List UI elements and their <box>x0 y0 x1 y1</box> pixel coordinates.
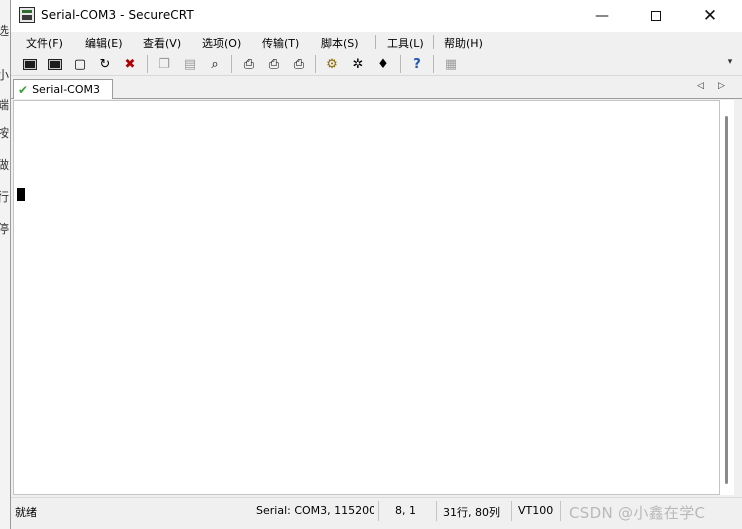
background-text: 选 <box>0 24 10 38</box>
global-options-icon[interactable]: ✲ <box>349 55 367 73</box>
status-separator <box>511 501 512 521</box>
background-text: 小 <box>0 68 10 82</box>
paste-icon[interactable]: ▤ <box>181 55 199 73</box>
status-separator <box>378 501 379 521</box>
reconnect-icon[interactable]: ↻ <box>96 55 114 73</box>
scrollbar-thumb[interactable] <box>725 116 728 484</box>
background-text: 按 <box>0 126 10 140</box>
menu-script[interactable]: 脚本(S) <box>318 34 362 52</box>
tab-scroll-left-icon[interactable]: ◁ <box>697 81 704 91</box>
toolbar-separator <box>400 55 401 73</box>
terminal-output[interactable] <box>13 100 720 495</box>
connected-check-icon: ✔ <box>18 82 29 97</box>
window-title: Serial-COM3 - SecureCRT <box>41 8 194 22</box>
about-icon[interactable]: ▦ <box>442 55 460 73</box>
csdn-watermark: CSDN @小鑫在学C <box>569 504 706 522</box>
quick-connect-icon[interactable] <box>46 55 64 73</box>
print-icon[interactable]: ⎙ <box>240 55 258 73</box>
status-dimensions: 31行, 80列 <box>443 506 500 519</box>
status-separator <box>560 501 561 521</box>
connect-in-tab-icon[interactable]: ▢ <box>71 55 89 73</box>
background-text: 端 <box>0 98 10 112</box>
menu-help[interactable]: 帮助(H) <box>441 34 486 52</box>
status-connection: Serial: COM3, 115200 <box>256 504 374 517</box>
status-cursor-position: 8, 1 <box>395 504 416 517</box>
menu-edit[interactable]: 编辑(E) <box>82 34 126 52</box>
toolbar-separator <box>231 55 232 73</box>
menu-tools[interactable]: 工具(L) <box>384 34 427 52</box>
toolbar-separator <box>315 55 316 73</box>
print-selection-icon[interactable]: ⎙ <box>265 55 283 73</box>
menu-transfer[interactable]: 传输(T) <box>259 34 302 52</box>
securecrt-app-icon[interactable] <box>19 7 35 23</box>
connect-icon[interactable] <box>21 55 39 73</box>
find-icon[interactable]: ⌕ <box>206 55 224 73</box>
status-bar: 就绪 Serial: COM3, 115200 8, 1 31行, 80列 VT… <box>11 497 742 524</box>
menu-options[interactable]: 选项(O) <box>199 34 244 52</box>
menu-separator <box>433 35 434 49</box>
help-icon[interactable]: ? <box>408 55 426 73</box>
maximize-button[interactable] <box>633 0 679 32</box>
print-setup-icon[interactable]: ⎙ <box>290 55 308 73</box>
toolbar-overflow-icon[interactable]: ▾ <box>724 57 736 73</box>
menu-separator <box>375 35 376 49</box>
maximize-icon <box>651 11 661 21</box>
terminal-cursor <box>17 188 25 201</box>
minimize-button[interactable]: — <box>579 0 625 32</box>
toolbar-separator <box>433 55 434 73</box>
status-emulation: VT100 <box>518 504 554 517</box>
title-bar[interactable]: Serial-COM3 - SecureCRT — ✕ <box>11 0 742 32</box>
tab-label: Serial-COM3 <box>32 83 100 96</box>
session-options-icon[interactable]: ⚙ <box>323 55 341 73</box>
menu-file[interactable]: 文件(F) <box>23 34 66 52</box>
close-button[interactable]: ✕ <box>687 0 733 32</box>
toolbar-separator <box>147 55 148 73</box>
session-tab-bar: ✔ Serial-COM3 ◁ ▷ <box>11 77 742 99</box>
tab-serial-com3[interactable]: ✔ Serial-COM3 <box>13 79 113 99</box>
tab-scroll-right-icon[interactable]: ▷ <box>718 81 725 91</box>
securecrt-window: Serial-COM3 - SecureCRT — ✕ 文件(F) 编辑(E) … <box>10 0 742 529</box>
menu-bar: 文件(F) 编辑(E) 查看(V) 选项(O) 传输(T) 脚本(S) 工具(L… <box>11 32 742 52</box>
background-window-edge: 选 小 端 按 做 行 停 <box>0 0 10 529</box>
copy-icon[interactable]: ❐ <box>155 55 173 73</box>
menu-view[interactable]: 查看(V) <box>140 34 184 52</box>
toolbar: ▢ ↻ ✖ ❐ ▤ ⌕ ⎙ ⎙ ⎙ ⚙ ✲ ♦ ? ▦ ▾ <box>11 52 742 76</box>
background-text: 停 <box>0 222 10 236</box>
disconnect-icon[interactable]: ✖ <box>121 55 139 73</box>
status-ready: 就绪 <box>15 506 37 519</box>
background-text: 做 <box>0 158 10 172</box>
keymap-icon[interactable]: ♦ <box>374 55 392 73</box>
status-separator <box>436 501 437 521</box>
vertical-scrollbar[interactable] <box>720 100 734 495</box>
background-text: 行 <box>0 190 10 204</box>
